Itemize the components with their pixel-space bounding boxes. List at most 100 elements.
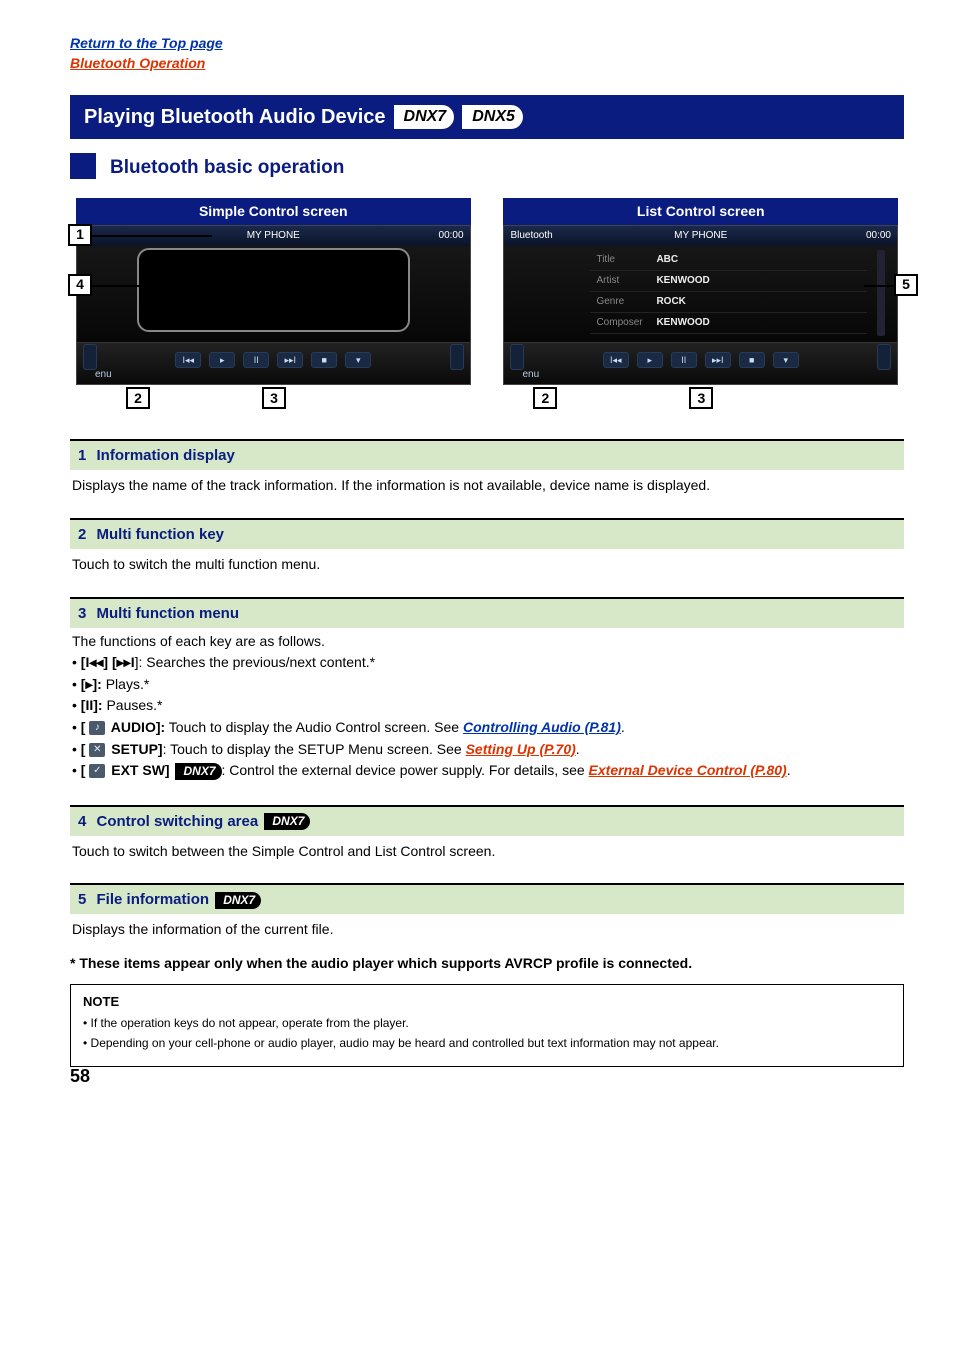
mock-time: 00:00	[439, 229, 464, 243]
note-box: NOTE If the operation keys do not appear…	[70, 984, 904, 1068]
desc-5-body: Displays the information of the current …	[70, 914, 904, 946]
desc-4-badge: DNX7	[264, 813, 310, 830]
play-icon: ▸	[209, 352, 235, 368]
desc-3-head: 3 Multi function menu	[70, 597, 904, 628]
desc-3-b6: [ ✓ EXT SW] DNX7: Control the external d…	[72, 761, 902, 781]
note-title: NOTE	[83, 993, 891, 1011]
info-composer-v: KENWOOD	[656, 316, 709, 330]
badge-dnx7: DNX7	[394, 105, 455, 129]
section-link[interactable]: Bluetooth Operation	[70, 54, 904, 74]
info-genre-k: Genre	[596, 295, 656, 309]
b5-bracket: [	[81, 741, 90, 757]
desc-3: 3 Multi function menu The functions of e…	[70, 597, 904, 789]
desc-5-badge: DNX7	[215, 892, 261, 909]
info-row-genre: GenreROCK	[590, 292, 867, 313]
subsection-square-icon	[70, 153, 96, 179]
b1-bracket-mid: ] [	[103, 654, 116, 670]
simple-screen-mock: MY PHONE 00:00 I◂◂ ▸ II ▸▸I ■ ▾ enu	[76, 225, 471, 385]
mock-scrollbar	[877, 250, 885, 336]
screenshots-row: Simple Control screen MY PHONE 00:00 I◂◂…	[70, 198, 904, 386]
desc-2-num: 2	[78, 526, 86, 543]
desc-5-num: 5	[78, 891, 86, 908]
mock-menu-label: enu	[95, 368, 112, 382]
external-device-control-link[interactable]: External Device Control (P.80)	[589, 762, 787, 778]
mock-topbar-r: Bluetooth MY PHONE 00:00	[504, 226, 897, 246]
pause-icon-r: II	[671, 352, 697, 368]
b5-body: : Touch to display the SETUP Menu screen…	[163, 741, 466, 757]
desc-2-head: 2 Multi function key	[70, 518, 904, 549]
callout-2-right: 2	[533, 387, 557, 409]
desc-4: 4 Control switching area DNX7 Touch to s…	[70, 805, 904, 868]
badge-dnx5: DNX5	[462, 105, 523, 129]
b2-bracket-close: ]:	[93, 676, 102, 692]
desc-3-b3: [II]: Pauses.*	[72, 696, 902, 716]
desc-4-head: 4 Control switching area DNX7	[70, 805, 904, 836]
b4-body: Touch to display the Audio Control scree…	[165, 719, 463, 735]
desc-3-num: 3	[78, 605, 86, 622]
more-icon: ▾	[345, 352, 371, 368]
simple-caption: Simple Control screen	[76, 198, 471, 226]
page-number: 58	[70, 1064, 90, 1089]
next-icon: ▸▸I	[277, 352, 303, 368]
desc-4-title: Control switching area	[97, 813, 259, 830]
b6-tail: .	[787, 762, 791, 778]
callout-5: 5	[894, 274, 918, 296]
list-screen-mock: Bluetooth MY PHONE 00:00 TitleABC Artist…	[503, 225, 898, 385]
skip-next-icon: ▸▸I	[117, 654, 135, 670]
desc-3-title: Multi function menu	[97, 605, 239, 622]
desc-1-head: 1 Information display	[70, 439, 904, 470]
desc-1: 1 Information display Displays the name …	[70, 439, 904, 502]
info-artist-k: Artist	[596, 274, 656, 288]
info-artist-v: KENWOOD	[656, 274, 709, 288]
callout-3-right: 3	[689, 387, 713, 409]
info-genre-v: ROCK	[656, 295, 685, 309]
skip-prev-icon: I◂◂	[85, 654, 103, 670]
desc-5: 5 File information DNX7 Displays the inf…	[70, 883, 904, 946]
desc-1-title: Information display	[97, 447, 235, 464]
info-row-artist: ArtistKENWOOD	[590, 271, 867, 292]
subsection-title: Bluetooth basic operation	[96, 153, 358, 184]
mock-menu-label-r: enu	[522, 368, 539, 382]
setup-icon: ✕	[89, 743, 105, 757]
play-glyph-icon: ▸	[85, 676, 92, 692]
callout-1: 1	[68, 224, 92, 246]
setting-up-link[interactable]: Setting Up (P.70)	[466, 741, 576, 757]
desc-5-head: 5 File information DNX7	[70, 883, 904, 914]
bluetooth-icon: Bluetooth	[510, 229, 552, 243]
desc-3-b1: [I◂◂] [▸▸I]: Searches the previous/next …	[72, 653, 902, 673]
title-bar: Playing Bluetooth Audio Device DNX7 DNX5	[70, 95, 904, 139]
b4-label: AUDIO]:	[107, 719, 165, 735]
mock-bottombar-r: I◂◂ ▸ II ▸▸I ■ ▾ enu	[504, 342, 897, 384]
desc-2: 2 Multi function key Touch to switch the…	[70, 518, 904, 581]
desc-4-num: 4	[78, 813, 86, 830]
info-row-title: TitleABC	[590, 250, 867, 271]
b2-text: Plays.*	[102, 676, 149, 692]
mock-device-name: MY PHONE	[247, 229, 300, 243]
b6-body: : Control the external device power supp…	[222, 762, 589, 778]
mock-switch-area	[137, 248, 410, 332]
b6-bracket: [	[81, 762, 90, 778]
desc-1-body: Displays the name of the track informati…	[70, 470, 904, 502]
b5-tail: .	[576, 741, 580, 757]
b1-text: ]: Searches the previous/next content.*	[135, 654, 375, 670]
controlling-audio-link[interactable]: Controlling Audio (P.81)	[463, 719, 621, 735]
audio-icon: ♪	[89, 721, 105, 735]
desc-2-body: Touch to switch the multi function menu.	[70, 549, 904, 581]
desc-3-intro: The functions of each key are as follows…	[72, 632, 902, 652]
callout-3-left: 3	[262, 387, 286, 409]
mock-device-name-r: MY PHONE	[674, 229, 727, 243]
mock-info-list: TitleABC ArtistKENWOOD GenreROCK Compose…	[590, 250, 867, 340]
simple-control-column: Simple Control screen MY PHONE 00:00 I◂◂…	[76, 198, 471, 386]
mock-corner-right-r	[877, 344, 891, 370]
return-top-link[interactable]: Return to the Top page	[70, 34, 904, 54]
note-2: Depending on your cell-phone or audio pl…	[83, 1035, 891, 1052]
mock-corner-right	[450, 344, 464, 370]
info-title-v: ABC	[656, 253, 678, 267]
mock-controls-r: I◂◂ ▸ II ▸▸I ■ ▾	[528, 350, 873, 370]
stop-icon: ■	[311, 352, 337, 368]
mock-corner-left-r	[510, 344, 524, 370]
mock-bottombar: I◂◂ ▸ II ▸▸I ■ ▾ enu	[77, 342, 470, 384]
b6-badge-dnx7: DNX7	[175, 763, 221, 780]
b3-bracket-close: ]:	[93, 697, 102, 713]
next-icon-r: ▸▸I	[705, 352, 731, 368]
